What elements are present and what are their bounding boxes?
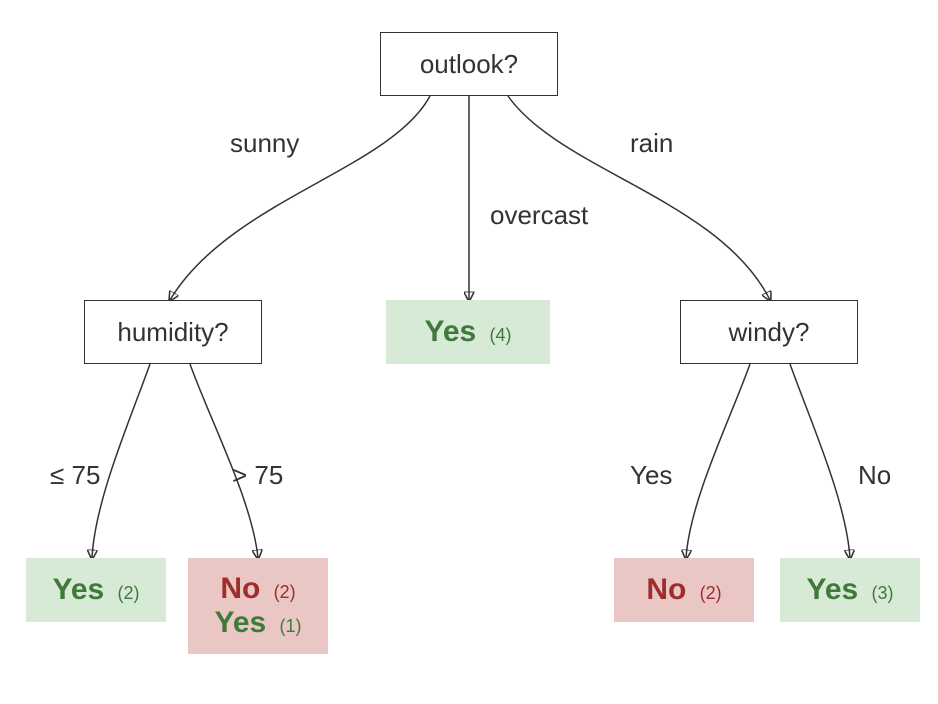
edge-label-le75: ≤ 75: [50, 460, 100, 491]
leaf-minor-class: Yes: [215, 606, 267, 639]
node-humidity: humidity?: [84, 300, 262, 364]
leaf-major-class: No: [220, 572, 260, 605]
leaf-count: (2): [117, 583, 139, 603]
leaf-humidity-le75-yes: Yes (2): [26, 558, 166, 622]
leaf-humidity-gt75-mixed: No (2) Yes (1): [188, 558, 328, 654]
leaf-count: (4): [489, 325, 511, 345]
edge-label-windy-no: No: [858, 460, 891, 491]
root-node-outlook: outlook?: [380, 32, 558, 96]
leaf-class: No: [646, 573, 686, 606]
humidity-label: humidity?: [117, 317, 228, 348]
decision-tree-diagram: outlook? humidity? windy? Yes (4) Yes (2…: [0, 0, 938, 704]
edge-label-rain: rain: [630, 128, 673, 159]
leaf-class: Yes: [53, 573, 105, 606]
edge-label-sunny: sunny: [230, 128, 299, 159]
leaf-count: (2): [700, 583, 722, 603]
edge-label-overcast: overcast: [490, 200, 588, 231]
leaf-minor-count: (1): [279, 616, 301, 636]
edge-label-gt75: > 75: [232, 460, 283, 491]
leaf-overcast-yes: Yes (4): [386, 300, 550, 364]
node-windy: windy?: [680, 300, 858, 364]
leaf-count: (3): [871, 583, 893, 603]
leaf-class: Yes: [807, 573, 859, 606]
windy-label: windy?: [729, 317, 810, 348]
root-label: outlook?: [420, 49, 518, 80]
leaf-windy-no-yes: Yes (3): [780, 558, 920, 622]
leaf-major-count: (2): [274, 582, 296, 602]
edge-label-windy-yes: Yes: [630, 460, 672, 491]
leaf-windy-yes-no: No (2): [614, 558, 754, 622]
leaf-class: Yes: [425, 315, 477, 348]
